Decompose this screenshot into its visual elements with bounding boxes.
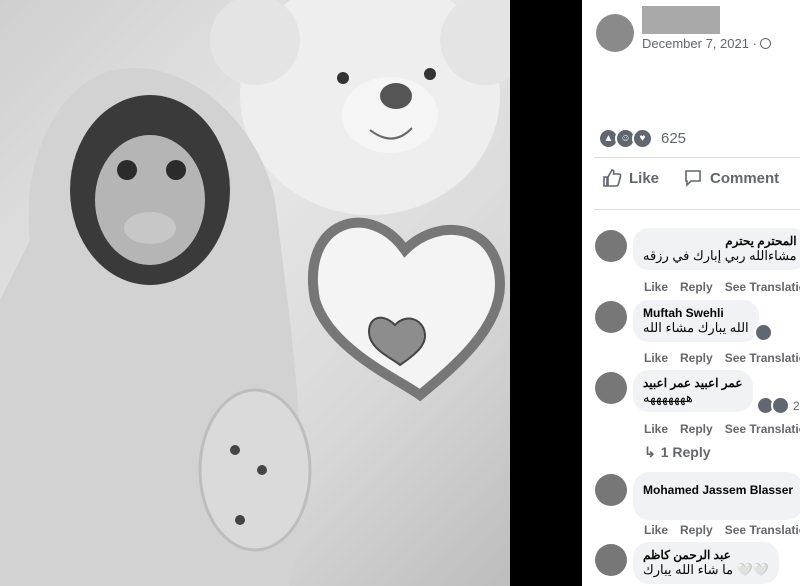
comment-reply-button[interactable]: Reply <box>680 280 713 294</box>
comment-author[interactable]: عمر اعبيد عمر اعبيد <box>643 376 743 390</box>
comment-author[interactable]: عبد الرحمن كاظم <box>643 548 769 562</box>
comment-actions: Like Reply See Translation <box>644 351 800 365</box>
like-button[interactable]: Like <box>602 168 659 188</box>
divider <box>594 209 800 210</box>
love-reaction-icon: ♥ <box>632 128 653 149</box>
comment-author[interactable]: Muftah Swehli <box>643 306 749 320</box>
comment-reply-button[interactable]: Reply <box>680 351 713 365</box>
comment-bubble: Mohamed Jassem Blasser <box>633 472 800 520</box>
photo-viewer <box>0 0 510 586</box>
see-translation-link[interactable]: See Translation <box>725 280 800 294</box>
reply-arrow-icon: ↳ <box>644 444 656 460</box>
comments-panel: December 7, 2021 · ▲ ☺ ♥ 625 Like Commen… <box>582 0 800 586</box>
speech-bubble-icon <box>685 170 701 187</box>
replies-label: 1 Reply <box>660 444 711 460</box>
comment-bubble: Muftah Swehli الله يبارك مشاء الله <box>633 300 759 342</box>
photo-illustration <box>0 0 510 586</box>
avatar[interactable] <box>595 230 627 262</box>
comment-author[interactable]: Mohamed Jassem Blasser <box>643 478 793 502</box>
haha-reaction-icon <box>771 396 790 415</box>
avatar[interactable] <box>595 301 627 333</box>
comment-label: Comment <box>710 169 780 187</box>
comment-actions: Like Reply See Translation <box>644 523 800 537</box>
globe-icon <box>759 38 771 49</box>
comment-bubble: المحترم يحترم مشاءالله ربي إبارك في رزقه <box>633 228 800 270</box>
comment-reaction-count: 2 <box>793 398 800 413</box>
comment-text: هههههههه <box>643 390 693 405</box>
author-avatar[interactable] <box>596 14 634 52</box>
avatar[interactable] <box>595 474 627 506</box>
comment-like-button[interactable]: Like <box>644 280 668 294</box>
comment-bubble: عبد الرحمن كاظم ما شاء الله يبارك 🤍🤍 <box>633 542 780 584</box>
post-date-text: December 7, 2021 · <box>642 36 757 51</box>
comment-reactions[interactable]: 2 <box>756 396 800 415</box>
view-replies-link[interactable]: ↳ 1 Reply <box>644 444 711 461</box>
comment-button[interactable]: Comment <box>683 168 779 188</box>
comment-author[interactable]: المحترم يحترم <box>643 234 796 248</box>
comment-like-button[interactable]: Like <box>644 351 668 365</box>
avatar[interactable] <box>595 372 627 404</box>
comment-actions: Like Reply See Translation <box>644 280 800 294</box>
thumbs-up-icon <box>603 169 622 187</box>
comment-text: الله يبارك مشاء الله <box>643 320 749 335</box>
see-translation-link[interactable]: See Translation <box>725 523 800 537</box>
comment-like-button[interactable]: Like <box>644 422 668 436</box>
reaction-summary[interactable]: ▲ ☺ ♥ 625 <box>598 128 686 149</box>
post-date[interactable]: December 7, 2021 · <box>642 36 771 51</box>
reaction-count: 625 <box>661 130 687 147</box>
like-reaction-icon <box>754 323 773 342</box>
comment-text: مشاءالله ربي إبارك في رزقه <box>643 248 797 263</box>
comment-actions: Like Reply See Translation <box>644 422 800 436</box>
comment-bubble: عمر اعبيد عمر اعبيد هههههههه <box>633 370 753 412</box>
see-translation-link[interactable]: See Translation <box>725 422 800 436</box>
see-translation-link[interactable]: See Translation <box>725 351 800 365</box>
comment-like-button[interactable]: Like <box>644 523 668 537</box>
comment-reply-button[interactable]: Reply <box>680 523 713 537</box>
like-label: Like <box>629 169 660 187</box>
comment-reply-button[interactable]: Reply <box>680 422 713 436</box>
post-photo <box>0 0 510 586</box>
author-name-redacted <box>642 6 720 34</box>
avatar[interactable] <box>595 544 627 576</box>
comment-text: ما شاء الله يبارك 🤍🤍 <box>643 562 770 577</box>
divider <box>594 157 800 158</box>
